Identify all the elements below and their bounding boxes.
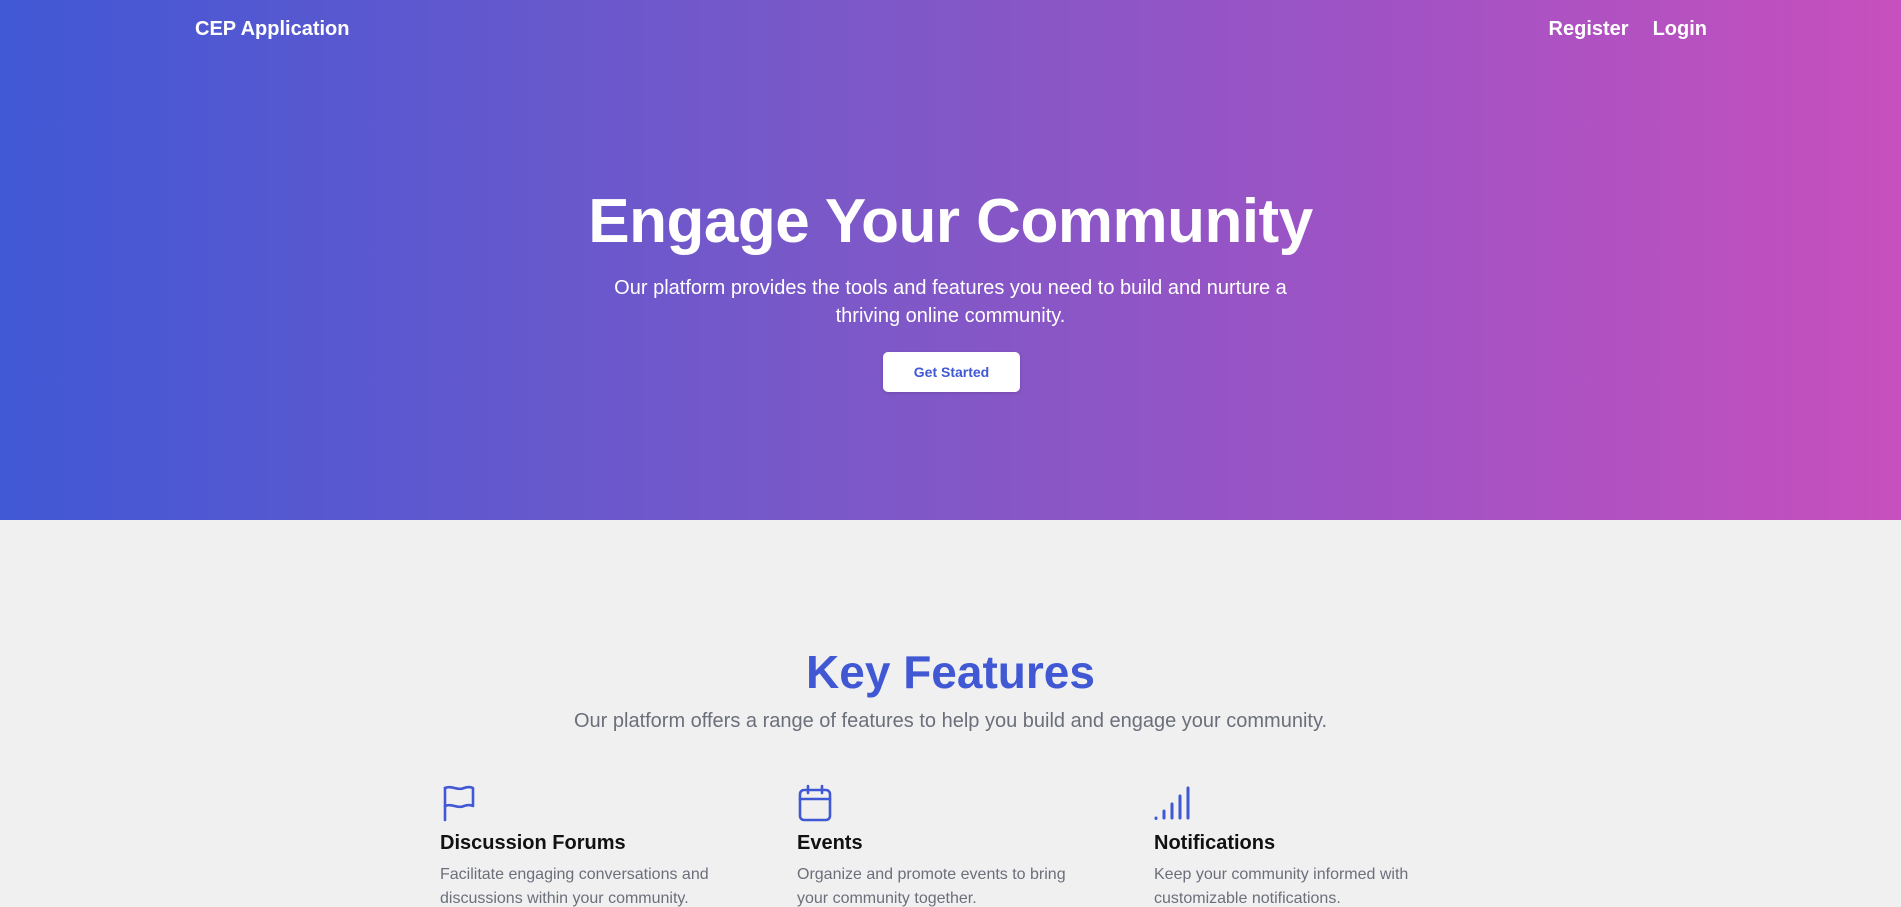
flag-icon	[440, 784, 476, 822]
hero-subtitle: Our platform provides the tools and feat…	[614, 277, 1287, 327]
get-started-button[interactable]: Get Started	[883, 352, 1020, 392]
features-section: Key Features Our platform offers a range…	[0, 520, 1901, 907]
features-title: Key Features	[806, 646, 1095, 698]
hero-title: Engage Your Community	[588, 187, 1313, 256]
feature-card-discussion-forums: Discussion Forums Facilitate engaging co…	[440, 784, 740, 907]
register-link[interactable]: Register	[1549, 18, 1629, 41]
hero-section: CEP Application Register Login Engage Yo…	[0, 0, 1901, 520]
brand-logo-link[interactable]: CEP Application	[195, 18, 349, 41]
feature-title: Events	[797, 832, 863, 854]
login-link[interactable]: Login	[1653, 18, 1707, 41]
features-subtitle: Our platform offers a range of features …	[573, 710, 1328, 732]
signal-bars-icon	[1154, 784, 1190, 822]
feature-description: Organize and promote events to bring you…	[797, 866, 1066, 907]
feature-card-events: Events Organize and promote events to br…	[797, 784, 1097, 907]
feature-title: Notifications	[1154, 832, 1276, 854]
top-nav: Register Login	[1549, 18, 1707, 41]
calendar-icon	[797, 784, 833, 822]
feature-title: Discussion Forums	[440, 832, 626, 854]
feature-card-notifications: Notifications Keep your community inform…	[1154, 784, 1454, 907]
feature-description: Keep your community informed with custom…	[1154, 866, 1409, 907]
feature-description: Facilitate engaging conversations and di…	[440, 866, 709, 907]
